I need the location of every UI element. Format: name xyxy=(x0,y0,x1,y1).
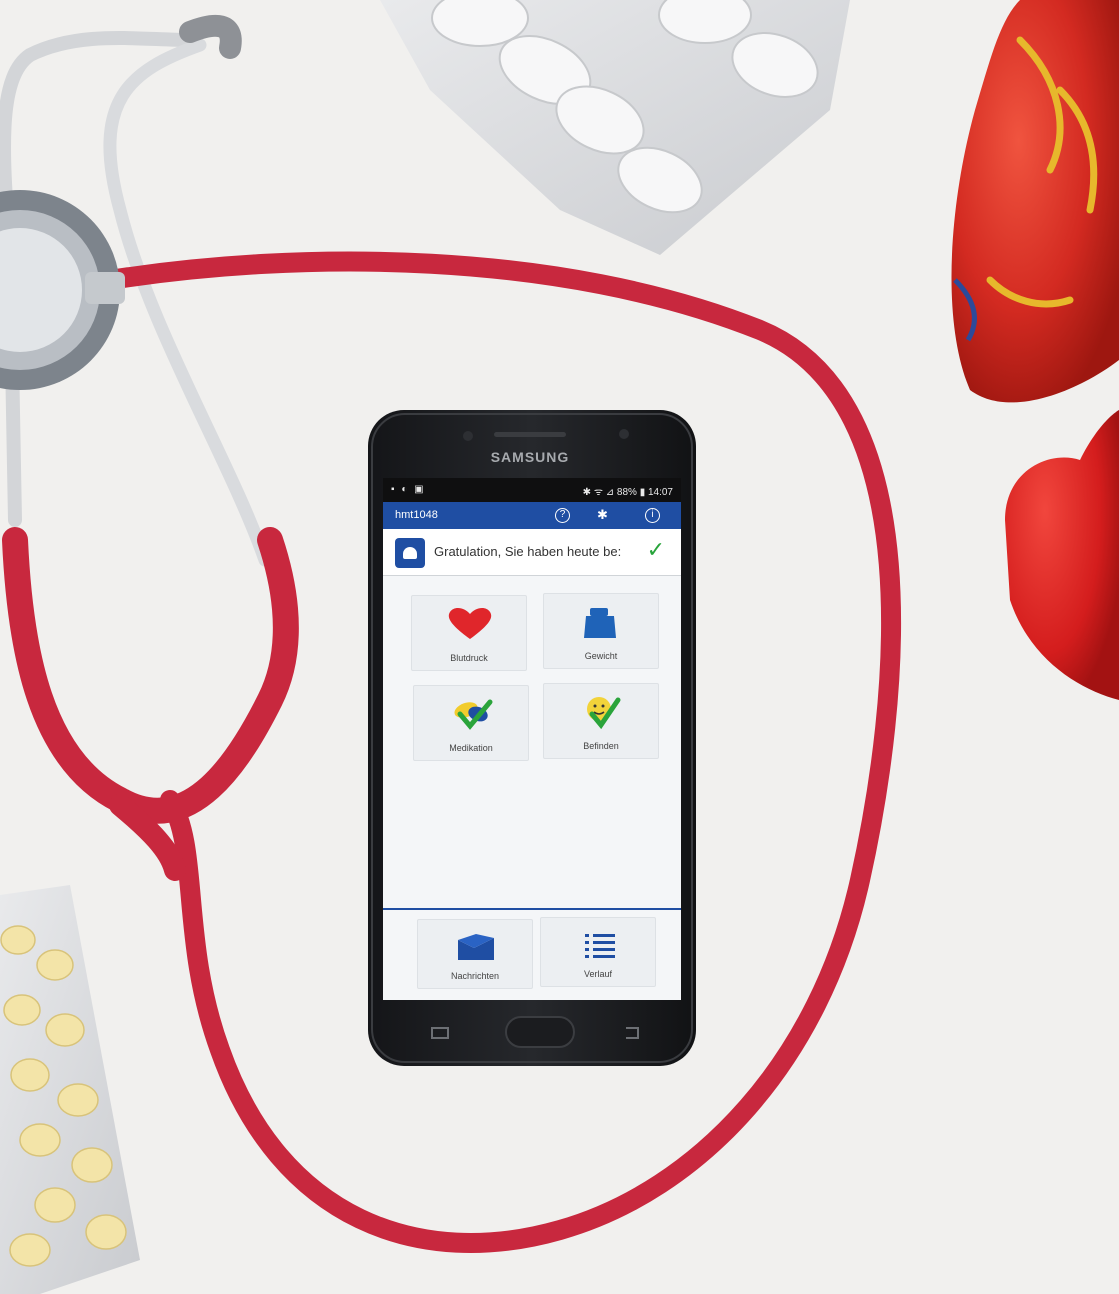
app-title: hmt1048 xyxy=(395,509,438,521)
tile-label: Blutdruck xyxy=(450,653,488,663)
bottom-pill-blister xyxy=(0,885,140,1294)
tile-label: Verlauf xyxy=(583,969,613,979)
bottom-divider xyxy=(383,908,681,910)
tile-nachrichten[interactable]: Nachrichten xyxy=(417,919,533,989)
top-pill-blister xyxy=(380,0,850,255)
status-banner: Gratulation, Sie haben heute be: ✓ xyxy=(383,529,681,576)
info-icon[interactable]: i xyxy=(645,508,660,523)
tile-verlauf[interactable]: Verlauf xyxy=(540,917,656,987)
app-logo-icon xyxy=(395,538,425,568)
stethoscope-chestpiece xyxy=(0,190,125,390)
check-icon: ✓ xyxy=(646,537,665,562)
tile-befinden[interactable]: Befinden xyxy=(543,683,659,759)
list-icon xyxy=(541,930,655,966)
tile-label: Medikation xyxy=(449,743,493,753)
heart-model xyxy=(951,0,1119,700)
envelope-icon xyxy=(418,932,532,968)
status-icons-left: ▪ ◐ ▣ xyxy=(391,484,426,495)
tile-label: Befinden xyxy=(583,741,619,751)
tile-gewicht[interactable]: Gewicht xyxy=(543,593,659,669)
tile-label: Nachrichten xyxy=(450,971,500,981)
help-circle-icon[interactable]: ? xyxy=(555,508,570,523)
tile-blutdruck[interactable]: Blutdruck xyxy=(411,595,527,671)
scale-icon xyxy=(544,604,658,640)
bluetooth-icon[interactable]: ✱ xyxy=(597,507,608,523)
phone-screen: ▪ ◐ ▣ ✱ ᯤ ⊿ 88% ▮ 14:07 hmt1048 ? ✱ i Gr… xyxy=(383,478,681,1000)
tile-medikation[interactable]: Medikation xyxy=(413,685,529,761)
app-toolbar: hmt1048 ? ✱ i xyxy=(383,502,681,529)
phone-brand: SAMSUNG xyxy=(491,449,570,465)
medication-check-icon xyxy=(414,696,528,732)
heart-icon xyxy=(412,606,526,642)
status-icons-right: ✱ ᯤ ⊿ 88% ▮ 14:07 xyxy=(582,487,673,498)
status-bar: ▪ ◐ ▣ ✱ ᯤ ⊿ 88% ▮ 14:07 xyxy=(383,478,681,502)
smiley-check-icon xyxy=(544,694,658,730)
banner-message: Gratulation, Sie haben heute be: xyxy=(434,544,622,559)
tile-label: Gewicht xyxy=(584,651,618,661)
